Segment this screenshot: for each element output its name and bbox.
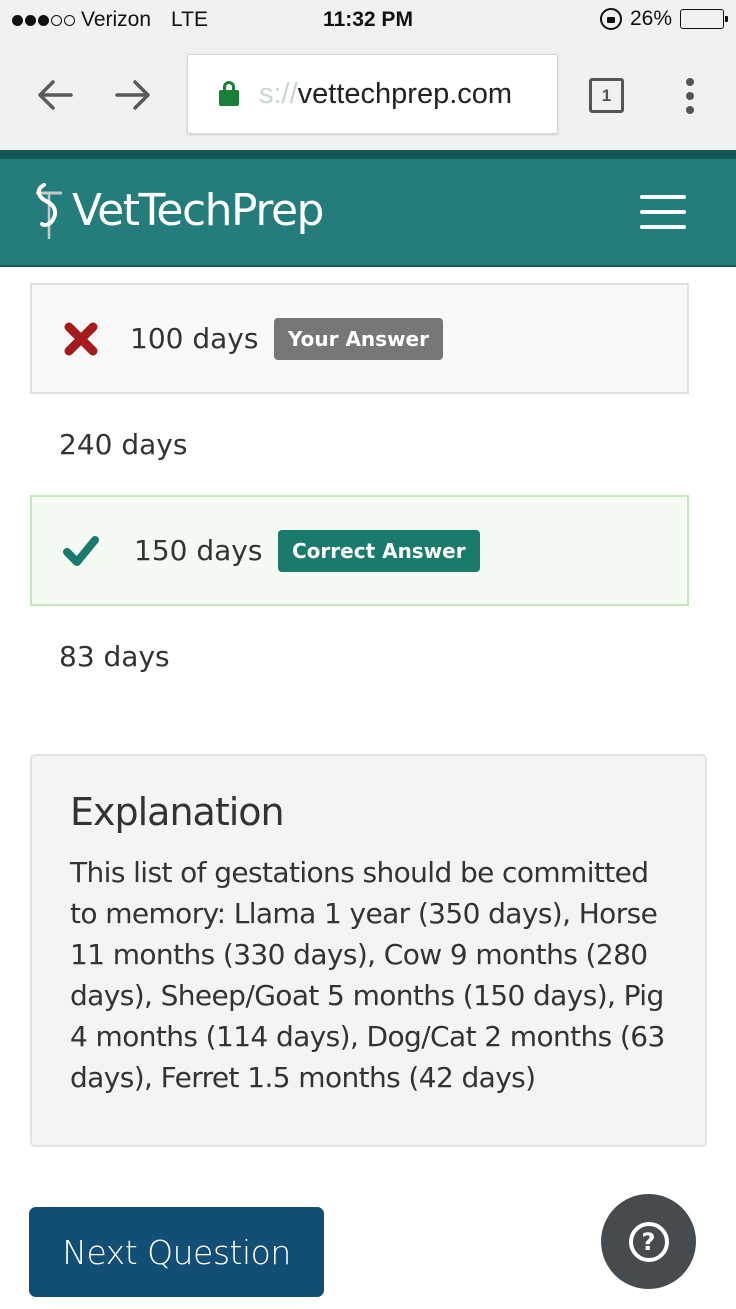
address-bar[interactable]: s://vettechprep.com <box>187 54 558 134</box>
url-host: vettechprep.com <box>297 77 513 110</box>
explanation-body: This list of gestations should be commit… <box>70 855 665 1094</box>
battery-icon <box>680 9 728 29</box>
correct-answer-badge: Correct Answer <box>278 529 480 572</box>
url-scheme: s:// <box>259 77 298 110</box>
answer-option: 83 days <box>30 606 689 707</box>
explanation-panel: Explanation This list of gestations shou… <box>30 754 707 1147</box>
answer-option-correct: 150 days Correct Answer <box>30 495 689 606</box>
x-mark-icon <box>64 322 98 355</box>
answer-text: 83 days <box>59 640 170 673</box>
answer-text: 100 days <box>130 322 259 355</box>
status-right: 26% <box>599 7 728 31</box>
answer-text: 240 days <box>59 428 188 461</box>
explanation-title: Explanation <box>70 790 285 834</box>
answer-list: 100 days Your Answer 240 days 150 days C… <box>30 283 689 707</box>
answer-option: 240 days <box>30 394 689 495</box>
site-header: VetTechPrep <box>0 150 736 267</box>
help-button[interactable]: ? <box>601 1194 696 1289</box>
answer-option-wrong: 100 days Your Answer <box>30 283 689 394</box>
rotation-lock-icon <box>599 8 622 30</box>
checkmark-icon <box>63 535 99 566</box>
arrow-left-icon <box>38 80 73 110</box>
logo-text: VetTechPrep <box>72 185 324 236</box>
hamburger-icon <box>640 195 686 199</box>
lock-icon[interactable] <box>219 81 239 107</box>
tab-count: 1 <box>601 85 612 105</box>
browser-toolbar: s://vettechprep.com 1 <box>0 40 736 150</box>
back-button[interactable] <box>30 70 80 120</box>
your-answer-badge: Your Answer <box>274 317 443 360</box>
forward-button[interactable] <box>108 70 158 120</box>
tab-switcher-button[interactable]: 1 <box>589 78 624 113</box>
more-vert-icon[interactable] <box>680 78 700 114</box>
hamburger-menu-button[interactable] <box>640 195 686 229</box>
question-circle-icon: ? <box>628 1221 669 1262</box>
status-bar: Verizon LTE 11:32 PM 26% <box>0 0 736 40</box>
answer-text: 150 days <box>134 534 263 567</box>
battery-percent: 26% <box>629 7 672 30</box>
arrow-right-icon <box>115 80 150 110</box>
next-question-button[interactable]: Next Question <box>29 1207 324 1297</box>
url-text[interactable]: s://vettechprep.com <box>259 78 512 111</box>
logo[interactable]: VetTechPrep <box>30 181 324 241</box>
caduceus-logo-icon <box>36 183 62 239</box>
